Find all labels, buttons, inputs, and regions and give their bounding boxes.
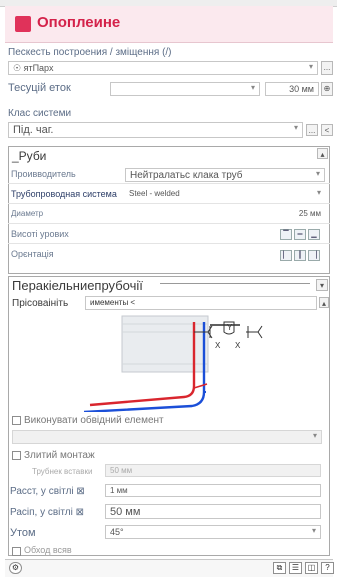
construction-value: ☉ ятПарх bbox=[13, 63, 54, 73]
orient-center-icon[interactable]: ┃ bbox=[294, 250, 306, 261]
connector-illustration: Y X X bbox=[83, 312, 324, 414]
system-class-label: Клас системи bbox=[8, 108, 72, 119]
orientation-buttons: ▏ ┃ ▕ bbox=[278, 249, 320, 261]
settings-icon[interactable]: ☰ bbox=[289, 562, 302, 574]
level-top-icon[interactable]: ▔ bbox=[280, 229, 292, 240]
svg-text:X: X bbox=[235, 341, 241, 350]
chevron-down-icon: ▾ bbox=[293, 123, 298, 132]
svg-text:X: X bbox=[215, 341, 221, 350]
extra-element-select[interactable]: ▾ bbox=[12, 430, 322, 444]
chevron-down-icon: ▾ bbox=[311, 526, 316, 535]
layers-icon[interactable]: ◫ bbox=[305, 562, 318, 574]
svg-text:Y: Y bbox=[227, 323, 233, 332]
merged-label: Злитий монтаж bbox=[24, 450, 95, 461]
pipe-input-label: Трубнек вставки bbox=[32, 467, 93, 476]
distance2-label: Расіп, у світлі ⊠ bbox=[10, 507, 84, 518]
construction-select[interactable]: ☉ ятПарх ▾ bbox=[8, 61, 318, 75]
help-icon[interactable]: ? bbox=[321, 562, 334, 574]
extra-element-label: Виконувати обвідний елемент bbox=[24, 415, 164, 426]
distance1-label: Расст, у світлі ⊠ bbox=[10, 486, 85, 497]
panel-title: Опоплеине bbox=[37, 14, 121, 31]
angle-select[interactable]: 45° ▾ bbox=[105, 525, 321, 539]
angle-label: Утом bbox=[10, 527, 36, 539]
pipes-section-title: _Руби bbox=[12, 149, 47, 163]
pipe-system-label: Трубопроводная система bbox=[11, 189, 117, 199]
chevron-down-icon: ▾ bbox=[316, 188, 321, 197]
pipe-input-field[interactable]: 50 мм bbox=[105, 464, 321, 477]
bypass-checkbox[interactable] bbox=[12, 547, 21, 556]
pipe-system-select[interactable]: Steel - welded ▾ bbox=[125, 188, 325, 202]
current-select[interactable]: ▾ bbox=[110, 82, 260, 96]
angle-value: 45° bbox=[110, 527, 124, 537]
chevron-down-icon[interactable]: ▾ bbox=[316, 279, 328, 291]
connector-section-title: Перакіельниепрубочії bbox=[12, 278, 143, 293]
system-class-prev-button[interactable]: < bbox=[321, 124, 333, 136]
app-logo-icon bbox=[15, 16, 31, 32]
extra-element-checkbox[interactable] bbox=[12, 416, 21, 425]
orient-right-icon[interactable]: ▕ bbox=[308, 250, 320, 261]
level-buttons: ▔ ═ ▁ bbox=[278, 228, 320, 240]
manufacturer-select[interactable]: Нейтралатьс клака труб ▾ bbox=[125, 168, 325, 182]
panel-header: Опоплеине bbox=[5, 6, 333, 43]
current-value-input[interactable]: 30 мм bbox=[265, 82, 319, 96]
collapse-icon[interactable]: ▴ bbox=[319, 297, 329, 308]
construction-label: Пескесть построения / зміщення (/) bbox=[8, 47, 172, 58]
system-class-select[interactable]: Під. чаг. ▾ bbox=[8, 122, 303, 138]
copy-icon[interactable]: ⧉ bbox=[273, 562, 286, 574]
chevron-down-icon: ▾ bbox=[308, 62, 313, 71]
level-center-icon[interactable]: ═ bbox=[294, 229, 306, 240]
merged-checkbox[interactable] bbox=[12, 451, 21, 460]
pipe-system-value: Steel - welded bbox=[129, 189, 180, 198]
diameter-value: 25 мм bbox=[298, 209, 321, 218]
bypass-label: Обход всяв bbox=[24, 545, 72, 555]
section-divider bbox=[160, 283, 310, 284]
orientation-label: Орєнтація bbox=[11, 249, 54, 259]
connect-label: Прісоваініть bbox=[12, 298, 69, 309]
chevron-down-icon: ▾ bbox=[315, 169, 320, 178]
construction-more-button[interactable]: ... bbox=[321, 61, 333, 75]
diameter-label: Диаметр bbox=[11, 209, 44, 218]
connect-select[interactable]: имементы < bbox=[85, 296, 317, 310]
bottom-toolbar: ⚙ ⧉ ☰ ◫ ? bbox=[5, 559, 334, 577]
target-icon[interactable]: ⊕ bbox=[321, 82, 333, 96]
system-class-value: Під. чаг. bbox=[13, 124, 54, 136]
current-label: Тесуцій еток bbox=[8, 82, 71, 94]
level-bottom-icon[interactable]: ▁ bbox=[308, 229, 320, 240]
orient-left-icon[interactable]: ▏ bbox=[280, 250, 292, 261]
level-label: Висоті урових bbox=[11, 229, 69, 239]
chevron-down-icon: ▾ bbox=[312, 431, 317, 440]
system-class-more-button[interactable]: ... bbox=[306, 124, 318, 136]
distance1-input[interactable]: 1 мм bbox=[105, 484, 321, 497]
diameter-select[interactable]: 25 мм bbox=[250, 208, 325, 222]
gear-icon[interactable]: ⚙ bbox=[9, 562, 22, 574]
collapse-icon[interactable]: ▴ bbox=[317, 148, 328, 159]
connect-value: имементы < bbox=[90, 298, 136, 307]
manufacturer-label: Проивводитель bbox=[11, 169, 76, 179]
distance2-input[interactable]: 50 мм bbox=[105, 504, 321, 519]
chevron-down-icon: ▾ bbox=[250, 83, 255, 92]
manufacturer-value: Нейтралатьс клака труб bbox=[130, 170, 243, 181]
